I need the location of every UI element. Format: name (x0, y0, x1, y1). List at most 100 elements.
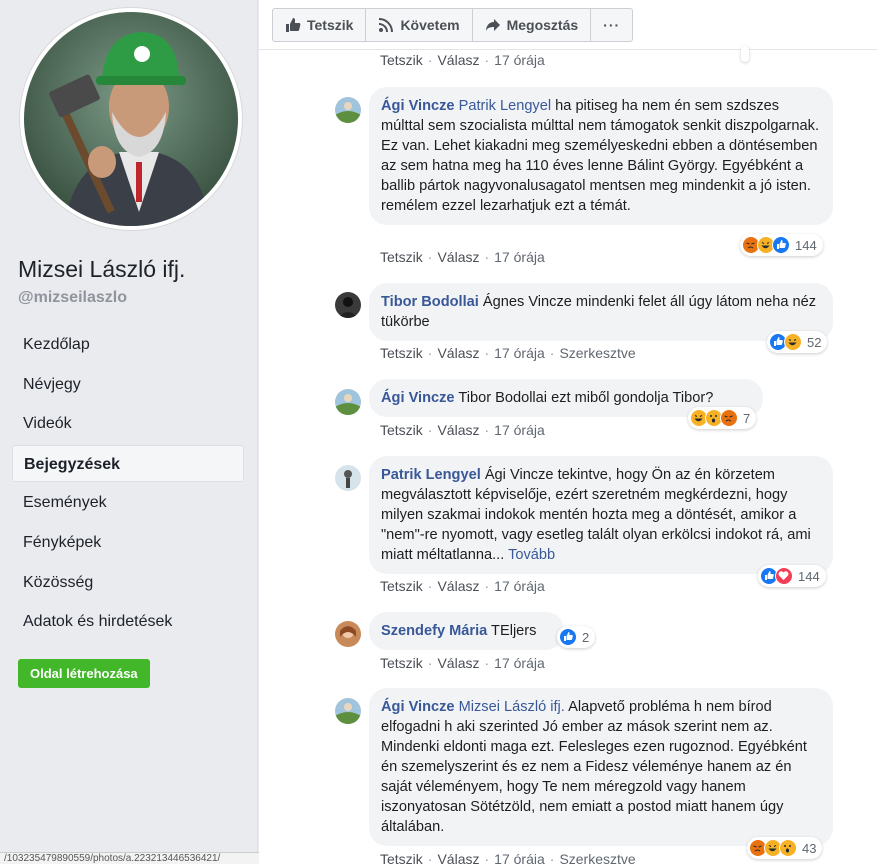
more-options-button[interactable]: ··· (590, 8, 634, 42)
comment-like-link[interactable]: Tetszik (380, 345, 423, 361)
comment-reactions[interactable]: 7 (688, 407, 757, 429)
comment-like-link[interactable]: Tetszik (380, 851, 423, 864)
share-page-button[interactable]: Megosztás (471, 8, 592, 42)
comment-meta-row: Tetszik · Válasz · 17 órája · Szerkesztve (380, 345, 636, 361)
reaction-count: 52 (807, 334, 822, 350)
comment-meta-row: Tetszik · Válasz · 17 órája (380, 578, 545, 594)
comment-reactions[interactable]: 144 (740, 234, 823, 256)
like-page-label: Tetszik (307, 17, 354, 33)
comment-reactions[interactable]: 144 (758, 565, 826, 587)
nav-item-posts[interactable]: Bejegyzések (12, 444, 244, 482)
wow-reaction-icon (779, 839, 797, 857)
comment-bubble: Patrik Lengyel Ági Vincze tekintve, hogy… (369, 456, 833, 574)
comment-bubble: Ági Vincze Mizsei László ifj. Alapvető p… (369, 688, 833, 846)
comment-edited-label[interactable]: Szerkesztve (559, 851, 635, 864)
commenter-avatar[interactable] (335, 465, 361, 491)
divider (259, 49, 877, 50)
nav-item-videos[interactable]: Videók (12, 405, 244, 442)
reaction-count: 144 (795, 237, 817, 253)
comment-like-link[interactable]: Tetszik (380, 578, 423, 594)
reaction-count: 144 (798, 568, 820, 584)
comment-author[interactable]: Ági Vincze (381, 390, 455, 406)
profile-picture[interactable] (20, 8, 242, 230)
comment-reply-link[interactable]: Válasz (437, 249, 479, 265)
commenter-avatar[interactable] (335, 621, 361, 647)
nav-item-community[interactable]: Közösség (12, 564, 244, 601)
follow-page-button[interactable]: Követem (365, 8, 473, 42)
comment-reactions[interactable] (741, 46, 749, 62)
comment-reply-link[interactable]: Válasz (437, 52, 479, 68)
comment-time[interactable]: 17 órája (494, 655, 545, 671)
comment-author[interactable]: Patrik Lengyel (381, 467, 481, 483)
nav-item-events[interactable]: Események (12, 484, 244, 521)
profile-photo-image (24, 12, 238, 226)
commenter-avatar[interactable] (335, 698, 361, 724)
comment-text: Alapvető probléma h nem bírod elfogadni … (381, 699, 807, 835)
nav-item-home[interactable]: Kezdőlap (12, 326, 244, 363)
page-navigation: Kezdőlap Névjegy Videók Bejegyzések Esem… (12, 326, 244, 643)
comment-reactions[interactable]: 43 (747, 837, 823, 859)
commenter-avatar[interactable] (335, 97, 361, 123)
comment-meta-row: Tetszik · Válasz · 17 órája (380, 655, 545, 671)
like-page-button[interactable]: Tetszik (272, 8, 367, 42)
comment-bubble: Ági Vincze Patrik Lengyel ha pitiseg ha … (369, 87, 833, 225)
comment-reply-link[interactable]: Válasz (437, 422, 479, 438)
comment-reactions[interactable]: 2 (557, 626, 596, 648)
like-reaction-icon (559, 628, 577, 646)
haha-reaction-icon (784, 333, 802, 351)
comments-panel: Tetszik Követem Megosztás ··· Tetszik · Vá… (259, 0, 877, 864)
page-handle[interactable]: @mizseilaszlo (18, 289, 127, 307)
reaction-count: 43 (802, 840, 817, 856)
comment-time[interactable]: 17 órája (494, 345, 545, 361)
share-page-label: Megosztás (506, 17, 579, 33)
see-more-link[interactable]: Tovább (508, 547, 555, 563)
comment-reply-link[interactable]: Válasz (437, 578, 479, 594)
comment-meta-row: Tetszik · Válasz · 17 órája (380, 52, 545, 68)
like-reaction-icon (772, 236, 790, 254)
comment-bubble: Tibor Bodollai Ágnes Vincze mindenki fel… (369, 283, 833, 341)
nav-item-photos[interactable]: Fényképek (12, 524, 244, 561)
follow-page-label: Követem (400, 17, 460, 33)
comment-meta-row: Tetszik · Válasz · 17 órája (380, 249, 545, 265)
comment-time[interactable]: 17 órája (494, 249, 545, 265)
commenter-avatar[interactable] (335, 389, 361, 415)
rss-follow-icon (379, 18, 394, 33)
comment-mention[interactable]: Patrik Lengyel (459, 98, 551, 114)
comment-edited-label[interactable]: Szerkesztve (559, 345, 635, 361)
comment-author[interactable]: Ági Vincze (381, 98, 455, 114)
comment-reply-link[interactable]: Válasz (437, 851, 479, 864)
page-action-bar: Tetszik Követem Megosztás ··· (272, 8, 634, 42)
comment-meta-row: Tetszik · Válasz · 17 órája (380, 422, 545, 438)
page-name[interactable]: Mizsei László ifj. (18, 256, 185, 283)
comment-author[interactable]: Ági Vincze (381, 699, 455, 715)
more-dots-icon: ··· (603, 17, 621, 33)
comment-text: ha pitiseg ha nem én sem szdszes múlttal… (381, 98, 819, 214)
reaction-count: 7 (743, 410, 751, 426)
commenter-avatar[interactable] (335, 292, 361, 318)
comment-author[interactable]: Tibor Bodollai (381, 294, 479, 310)
create-page-button[interactable]: Oldal létrehozása (18, 659, 150, 688)
comment-text: TEljers (491, 623, 537, 639)
comment-like-link[interactable]: Tetszik (380, 422, 423, 438)
comment-mention[interactable]: Mizsei László ifj. (459, 699, 565, 715)
comment-text: Tibor Bodollai ezt miből gondolja Tibor? (458, 390, 714, 406)
comment-like-link[interactable]: Tetszik (380, 52, 423, 68)
comment-time[interactable]: 17 órája (494, 851, 545, 864)
comment-bubble: Szendefy Mária TEljers (369, 612, 564, 650)
left-sidebar: Mizsei László ifj. @mizseilaszlo Kezdőla… (0, 0, 258, 864)
love-reaction-icon (775, 567, 793, 585)
comment-time[interactable]: 17 órája (494, 52, 545, 68)
comment-reactions[interactable]: 52 (767, 331, 828, 353)
comment-like-link[interactable]: Tetszik (380, 249, 423, 265)
share-arrow-icon (485, 19, 500, 31)
comment-reply-link[interactable]: Válasz (437, 345, 479, 361)
comment-reply-link[interactable]: Válasz (437, 655, 479, 671)
comment-time[interactable]: 17 órája (494, 422, 545, 438)
angry-reaction-icon (720, 409, 738, 427)
comment-meta-row: Tetszik · Válasz · 17 órája · Szerkesztve (380, 851, 636, 864)
nav-item-about[interactable]: Névjegy (12, 366, 244, 403)
comment-like-link[interactable]: Tetszik (380, 655, 423, 671)
comment-time[interactable]: 17 órája (494, 578, 545, 594)
nav-item-info-ads[interactable]: Adatok és hirdetések (12, 603, 244, 640)
comment-author[interactable]: Szendefy Mária (381, 623, 487, 639)
